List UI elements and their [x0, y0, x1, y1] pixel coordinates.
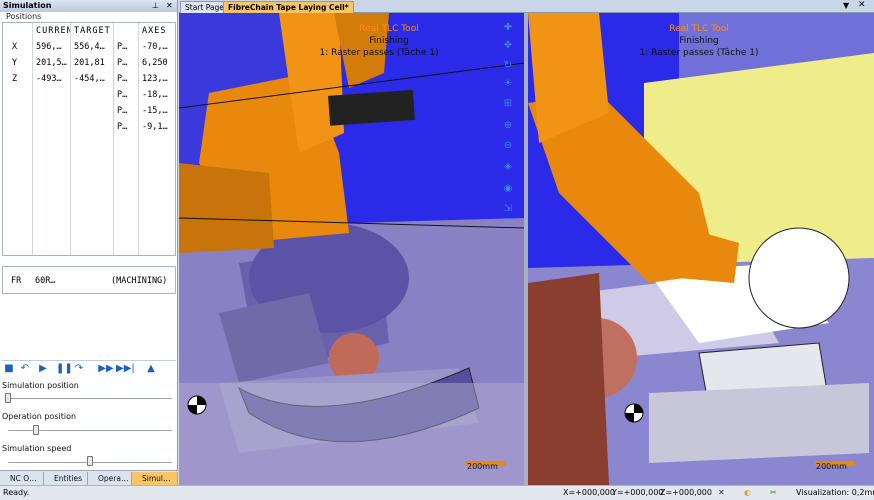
right-task-label: 1: Raster passes (Tâche 1) [639, 48, 759, 58]
param-3: P… [117, 74, 128, 84]
simulation-speed-slider[interactable] [87, 456, 93, 466]
3d-viewport[interactable]: ◐ Real TLC Tool Finishing 1: Raster pass… [179, 13, 874, 485]
status-z: Z=+000,000 [660, 488, 712, 497]
param-6: P… [117, 122, 128, 132]
feedrate-value: 60R… [35, 276, 56, 286]
param-1: P… [117, 42, 128, 52]
tab-entities[interactable]: Entities [44, 472, 88, 485]
zoom-window-icon[interactable]: ⊕ [501, 120, 515, 132]
param-2: P… [117, 58, 128, 68]
simulation-panel-title: Simulation [3, 1, 52, 10]
pause-icon[interactable]: ❚❚ [56, 364, 73, 374]
tab-start-page[interactable]: Start Page [180, 1, 229, 13]
right-view-labels: Real TLC Tool Finishing 1: Raster passes… [634, 23, 764, 59]
panel-tabs: NC O… Entities Opera… Simul… [0, 470, 178, 485]
stop-icon[interactable]: ■ [4, 364, 14, 374]
current-column: CURREN 596,… 201,5… -493… [33, 23, 71, 255]
axes-2: 6,250 [142, 58, 168, 68]
left-scale-label: 200mm [467, 462, 498, 471]
tab-fibrechain-cell[interactable]: FibreChain Tape Laying Cell* [223, 1, 354, 13]
axes-6: -9,1… [142, 122, 168, 132]
feedrate-row: FR 60R… (MACHINING) [2, 266, 176, 294]
tab-list-icon[interactable]: ▼ [843, 1, 849, 10]
add-view-icon[interactable]: ✚ [501, 22, 515, 34]
close-icon[interactable]: ✕ [166, 0, 173, 12]
left-view-labels: Real TLC Tool Finishing 1: Raster passes… [320, 23, 449, 59]
left-task-label: 1: Raster passes (Tâche 1) [319, 48, 439, 58]
document-close-icon[interactable]: ✕ [858, 0, 866, 10]
machining-mode: (MACHINING) [111, 276, 168, 286]
axis-label-x: X [12, 42, 18, 52]
scene-render: ◐ [179, 13, 874, 485]
current-y: 201,5… [36, 58, 67, 68]
pin-icon[interactable]: ⊥ [152, 0, 159, 12]
axes-5: -15,… [142, 106, 168, 116]
parameter-column: P… P… P… P… P… P… [114, 23, 139, 255]
tab-operations[interactable]: Opera… [88, 472, 132, 485]
tool-axis-icon[interactable]: ✕ [718, 486, 725, 500]
status-ready: Ready. [3, 488, 30, 497]
skip-to-end-icon[interactable]: ▶▶| [116, 364, 135, 374]
right-scale-label: 200mm [816, 462, 847, 471]
operation-position-slider[interactable] [32, 425, 39, 435]
rotate-icon[interactable]: ↻ [501, 60, 515, 72]
status-x: X=+000,000 [563, 488, 615, 497]
tab-nc-operations[interactable]: NC O… [0, 472, 44, 485]
tab-simulation[interactable]: Simul… [132, 472, 178, 485]
left-tool-name: Real TLC Tool [359, 24, 419, 34]
right-operation-type: Finishing [679, 36, 719, 46]
step-forward-icon[interactable]: ↷ [74, 364, 84, 374]
simulation-controls: ■ ↶ ▶ ❚❚ ↷ ▶▶ ▶▶| ▲ [2, 360, 176, 376]
param-4: P… [117, 90, 128, 100]
eject-icon[interactable]: ▲ [146, 364, 156, 374]
status-bar: Ready. X=+000,000 Y=+000,000 Z=+000,000 … [0, 485, 874, 500]
target-z: -454,… [74, 74, 105, 84]
view-cube-icon[interactable]: ◈ [501, 161, 515, 173]
simulation-position-slider[interactable] [5, 393, 11, 403]
axes-header: AXES [142, 26, 167, 36]
axis-label-y: Y [12, 58, 18, 68]
pan-icon[interactable]: ✥ [501, 40, 515, 52]
document-tabs: Start Page FibreChain Tape Laying Cell* … [179, 0, 874, 13]
cut-icon[interactable]: ✂ [770, 486, 777, 500]
status-visualization: Visualization: 0,2mm 1( [796, 488, 874, 497]
export-icon[interactable]: ⇲ [501, 203, 515, 215]
right-tool-name: Real TLC Tool [669, 24, 729, 34]
param-5: P… [117, 106, 128, 116]
feedrate-label: FR [11, 276, 22, 286]
positions-label: Positions [6, 12, 42, 21]
axes-1: -70,… [142, 42, 168, 52]
left-operation-type: Finishing [369, 36, 409, 46]
current-header: CURREN [36, 26, 70, 36]
simulation-speed-label: Simulation speed [2, 444, 72, 453]
axes-3: 123,… [142, 74, 168, 84]
simulation-panel: Simulation ⊥ ✕ Positions X Y Z CURREN 59… [0, 0, 178, 485]
simulation-position-track [8, 398, 172, 399]
positions-grid: X Y Z CURREN 596,… 201,5… -493… TARGET 5… [2, 22, 176, 256]
axis-label-column: X Y Z [3, 23, 33, 255]
fast-forward-icon[interactable]: ▶▶ [98, 364, 114, 374]
target-column: TARGET 556,4… 201,81 -454,… [71, 23, 114, 255]
operation-position-label: Operation position [2, 412, 77, 421]
target-x: 556,4… [74, 42, 105, 52]
zoom-icon[interactable]: ⊖ [501, 140, 515, 152]
axis-label-z: Z [12, 74, 18, 84]
camera-icon[interactable]: ◉ [501, 183, 515, 195]
current-z: -493… [36, 74, 62, 84]
axes-column: AXES -70,… 6,250 123,… -18,… -15,… -9,1… [139, 23, 176, 255]
current-x: 596,… [36, 42, 62, 52]
status-y: Y=+000,000 [612, 488, 664, 497]
simulation-position-label: Simulation position [2, 381, 79, 390]
simulation-panel-title-bar: Simulation ⊥ ✕ [0, 0, 177, 12]
axes-4: -18,… [142, 90, 168, 100]
target-y: 201,81 [74, 58, 105, 68]
target-header: TARGET [74, 26, 111, 36]
play-icon[interactable]: ▶ [38, 364, 48, 374]
split-view-icon[interactable]: ⊞ [501, 98, 515, 110]
shading-icon[interactable]: ◐ [744, 486, 751, 500]
step-back-icon[interactable]: ↶ [20, 364, 30, 374]
lighting-icon[interactable]: ☀ [501, 78, 515, 90]
